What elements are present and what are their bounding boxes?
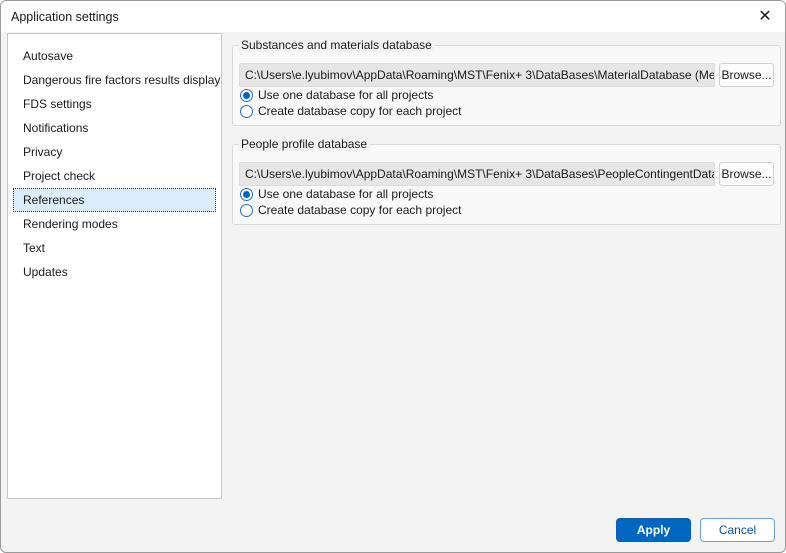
group-title: People profile database	[238, 137, 371, 151]
sidebar-item-privacy[interactable]: Privacy	[13, 140, 216, 164]
database-path-field[interactable]: C:\Users\e.lyubimov\AppData\Roaming\MST\…	[239, 162, 715, 186]
radio-label: Use one database for all projects	[258, 88, 434, 102]
radio-label: Create database copy for each project	[258, 203, 462, 217]
window-title: Application settings	[11, 9, 119, 24]
radio-icon[interactable]	[240, 203, 253, 217]
radio-icon[interactable]	[240, 104, 253, 118]
database-group: Substances and materials database C:\Use…	[232, 38, 781, 126]
database-path-field[interactable]: C:\Users\e.lyubimov\AppData\Roaming\MST\…	[239, 63, 715, 87]
radio-icon[interactable]	[240, 88, 253, 102]
browse-button[interactable]: Browse...	[719, 63, 774, 87]
sidebar-item-text[interactable]: Text	[13, 236, 216, 260]
group-title: Substances and materials database	[238, 38, 435, 52]
sidebar-item-autosave[interactable]: Autosave	[13, 44, 216, 68]
radio-icon[interactable]	[240, 187, 253, 201]
apply-button[interactable]: Apply	[616, 518, 691, 542]
radio-option[interactable]: Use one database for all projects	[240, 88, 433, 102]
title-bar: Application settings	[1, 1, 785, 32]
radio-option[interactable]: Use one database for all projects	[240, 187, 433, 201]
sidebar-item-notifications[interactable]: Notifications	[13, 116, 216, 140]
sidebar-item-project-check[interactable]: Project check	[13, 164, 216, 188]
close-icon: ✕	[758, 8, 772, 25]
cancel-button[interactable]: Cancel	[700, 518, 775, 542]
browse-button[interactable]: Browse...	[719, 162, 774, 186]
close-button[interactable]: ✕	[753, 5, 777, 27]
radio-option[interactable]: Create database copy for each project	[240, 203, 461, 217]
radio-option[interactable]: Create database copy for each project	[240, 104, 461, 118]
database-group: People profile database C:\Users\e.lyubi…	[232, 137, 781, 225]
sidebar-item-updates[interactable]: Updates	[13, 260, 216, 284]
sidebar-item-fds-settings[interactable]: FDS settings	[13, 92, 216, 116]
settings-window: Application settings ✕ Autosave Dangerous…	[0, 0, 786, 553]
radio-label: Use one database for all projects	[258, 187, 434, 201]
sidebar-item-references[interactable]: References	[13, 188, 216, 212]
sidebar-item-rendering-modes[interactable]: Rendering modes	[13, 212, 216, 236]
radio-label: Create database copy for each project	[258, 104, 462, 118]
sidebar-item-dangerous-fire-factors-results-display[interactable]: Dangerous fire factors results display	[13, 68, 220, 92]
settings-sidebar: Autosave Dangerous fire factors results d…	[7, 33, 222, 499]
